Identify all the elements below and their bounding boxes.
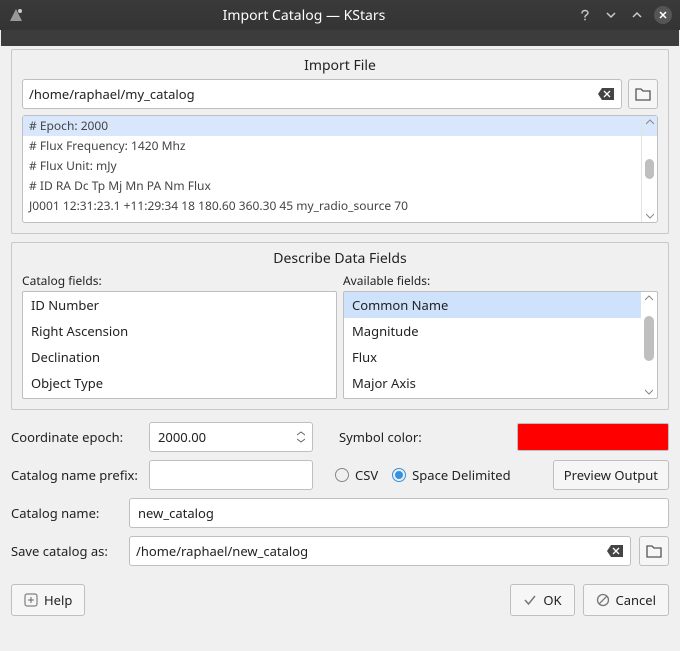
symbol-color-button[interactable] [517,423,669,451]
minimize-icon[interactable] [602,6,620,24]
scroll-down-icon[interactable] [641,386,657,398]
preview-line[interactable]: # ID RA Dc Tp Mj Mn PA Nm Flux [29,176,639,196]
list-item[interactable]: Declination [23,344,336,370]
import-path-input[interactable] [22,79,622,109]
catalog-fields-label: Catalog fields: [22,272,337,289]
symbol-color-label: Symbol color: [339,428,422,446]
list-item[interactable]: Minor Axis [344,396,641,399]
save-path-field[interactable] [136,542,606,560]
save-path-input[interactable] [129,536,631,566]
spin-down-icon[interactable] [297,438,305,443]
radio-icon [392,468,406,482]
ok-button-label: OK [543,591,561,609]
catalog-name-field[interactable] [138,499,660,527]
list-item[interactable]: Flux [344,344,641,370]
close-icon[interactable] [654,6,672,24]
csv-radio[interactable]: CSV [335,466,378,484]
help-button[interactable]: Help [11,584,85,616]
data-fields-title: Describe Data Fields [12,243,668,272]
save-as-label: Save catalog as: [11,542,121,560]
import-file-title: Import File [12,50,668,79]
coord-epoch-field[interactable] [158,428,296,446]
prefix-field[interactable] [158,461,304,489]
preview-output-button[interactable]: Preview Output [553,460,669,490]
toolbar-spacer [1,30,679,46]
preview-line[interactable]: # Epoch: 2000 [23,116,657,136]
scroll-thumb[interactable] [644,316,654,361]
help-button-label: Help [44,591,72,609]
import-path-field[interactable] [29,85,597,103]
app-icon [8,7,24,23]
cancel-icon [596,593,610,607]
csv-radio-label: CSV [355,466,378,484]
list-item[interactable]: ID Number [23,292,336,318]
browse-save-button[interactable] [639,536,669,566]
cancel-button-label: Cancel [616,591,656,609]
ok-button[interactable]: OK [510,584,574,616]
file-preview[interactable]: # Epoch: 2000# Flux Frequency: 1420 Mhz#… [22,115,658,223]
list-item[interactable]: Right Ascension [23,318,336,344]
preview-scrollbar[interactable] [641,116,657,222]
coord-epoch-label: Coordinate epoch: [11,428,141,446]
space-radio-label: Space Delimited [412,466,510,484]
scroll-up-icon[interactable] [642,116,657,128]
check-icon [523,593,537,607]
preview-line[interactable]: # Flux Frequency: 1420 Mhz [29,136,639,156]
prefix-label: Catalog name prefix: [11,466,141,484]
list-item[interactable]: Major Axis [344,370,641,396]
import-file-group: Import File # Epoch: 2000# Flux Frequenc… [11,49,669,234]
list-item[interactable]: Magnitude [344,318,641,344]
cancel-button[interactable]: Cancel [583,584,669,616]
titlebar: Import Catalog — KStars [0,0,680,30]
prefix-input[interactable] [149,460,313,490]
available-scrollbar[interactable] [641,292,657,398]
scroll-up-icon[interactable] [641,292,657,304]
scroll-thumb[interactable] [645,159,654,179]
clear-path-icon[interactable] [597,85,615,103]
catalog-fields-list[interactable]: ID NumberRight AscensionDeclinationObjec… [22,291,337,399]
catalog-name-input[interactable] [129,498,669,528]
available-fields-label: Available fields: [343,272,658,289]
space-radio[interactable]: Space Delimited [392,466,510,484]
list-item[interactable]: Object Type [23,370,336,396]
preview-line[interactable]: J0001 12:31:23.1 +11:29:34 18 180.60 360… [29,196,639,216]
browse-import-button[interactable] [628,79,658,109]
window-title: Import Catalog — KStars [32,6,576,25]
available-fields-list[interactable]: Common NameMagnitudeFluxMajor AxisMinor … [343,291,658,399]
scroll-down-icon[interactable] [642,210,657,222]
clear-save-icon[interactable] [606,542,624,560]
maximize-icon[interactable] [628,6,646,24]
help-icon[interactable] [576,6,594,24]
help-icon [24,593,38,607]
radio-icon [335,468,349,482]
data-fields-group: Describe Data Fields Catalog fields: ID … [11,242,669,410]
catalog-name-label: Catalog name: [11,504,121,522]
list-item[interactable]: Common Name [344,292,641,318]
spin-up-icon[interactable] [297,431,305,436]
coord-epoch-input[interactable] [149,422,313,452]
preview-line[interactable]: # Flux Unit: mJy [29,156,639,176]
